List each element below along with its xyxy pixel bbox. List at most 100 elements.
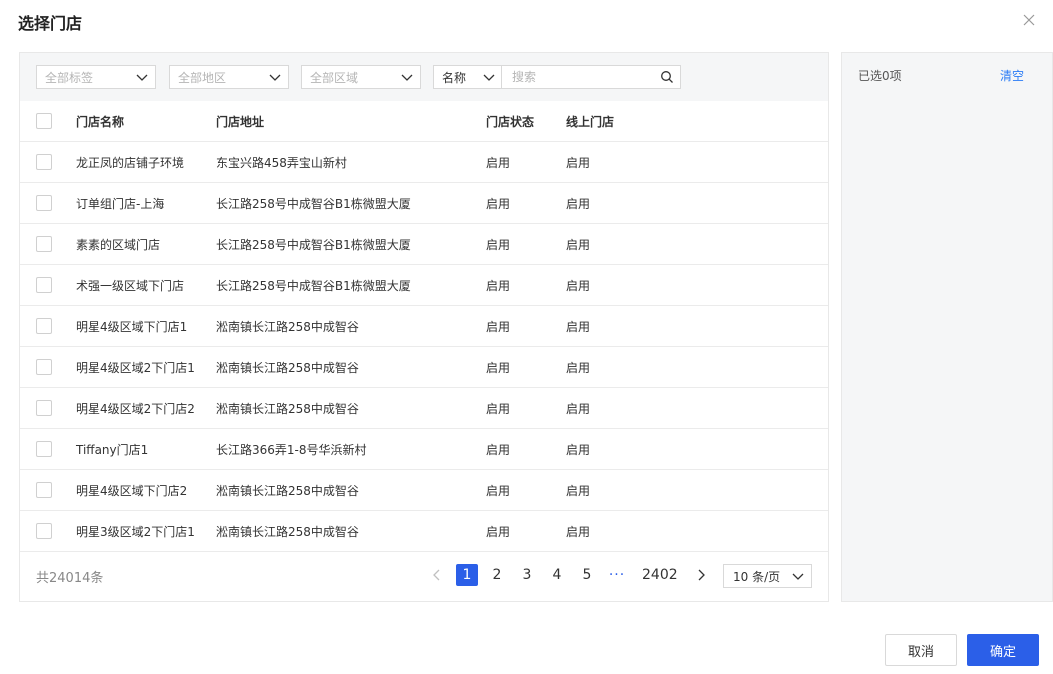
cell-store-name: 明星3级区域2下门店1 — [76, 524, 195, 539]
cell-store-address: 长江路366弄1-8号华浜新村 — [216, 442, 367, 457]
chevron-down-icon — [483, 74, 495, 81]
cell-store-address: 东宝兴路458弄宝山新村 — [216, 155, 347, 170]
cell-online-store: 启用 — [566, 278, 591, 293]
table-row[interactable]: 素素的区域门店 长江路258号中成智谷B1栋微盟大厦 启用 启用 — [20, 224, 828, 265]
search-box — [501, 65, 681, 89]
cell-online-store: 启用 — [566, 442, 591, 457]
area-filter-select[interactable]: 全部区域 — [301, 65, 421, 89]
tag-filter-select[interactable]: 全部标签 — [36, 65, 156, 89]
cell-store-status: 启用 — [486, 319, 511, 334]
chevron-right-icon — [698, 569, 705, 581]
store-table: 门店名称 门店地址 门店状态 线上门店 龙正凤的店铺子环境 东宝兴路458弄宝山新… — [20, 101, 828, 552]
filter-bar: 全部标签 全部地区 全部区域 名称 — [20, 53, 828, 101]
row-checkbox[interactable] — [36, 441, 52, 457]
search-input[interactable] — [512, 70, 660, 84]
row-checkbox[interactable] — [36, 154, 52, 170]
page-button-5[interactable]: 5 — [576, 564, 598, 586]
table-row[interactable]: 明星4级区域下门店1 淞南镇长江路258中成智谷 启用 启用 — [20, 306, 828, 347]
table-row[interactable]: 明星4级区域下门店2 淞南镇长江路258中成智谷 启用 启用 — [20, 470, 828, 511]
page-button-last[interactable]: 2402 — [642, 564, 678, 586]
cell-store-status: 启用 — [486, 401, 511, 416]
confirm-button[interactable]: 确定 — [967, 634, 1039, 666]
column-header-status: 门店状态 — [486, 114, 535, 129]
pagination: 1 2 3 4 5 ··· 2402 — [426, 564, 720, 586]
cell-store-status: 启用 — [486, 237, 511, 252]
table-row[interactable]: 龙正凤的店铺子环境 东宝兴路458弄宝山新村 启用 启用 — [20, 142, 828, 183]
area-filter-label: 全部区域 — [310, 70, 359, 85]
page-size-label: 10 条/页 — [733, 569, 781, 584]
search-field-select[interactable]: 名称 — [433, 65, 503, 89]
cell-store-name: Tiffany门店1 — [76, 442, 149, 457]
column-header-name: 门店名称 — [76, 114, 125, 129]
region-filter-label: 全部地区 — [178, 70, 227, 85]
cell-online-store: 启用 — [566, 360, 591, 375]
page-button-1[interactable]: 1 — [456, 564, 478, 586]
total-count: 共24014条 — [36, 570, 104, 586]
cell-store-name: 订单组门店-上海 — [76, 196, 165, 211]
table-row[interactable]: 明星4级区域2下门店2 淞南镇长江路258中成智谷 启用 启用 — [20, 388, 828, 429]
chevron-down-icon — [136, 74, 148, 81]
row-checkbox[interactable] — [36, 359, 52, 375]
cell-store-status: 启用 — [486, 524, 511, 539]
cell-store-address: 长江路258号中成智谷B1栋微盟大厦 — [216, 237, 411, 252]
cell-store-name: 明星4级区域下门店2 — [76, 483, 188, 498]
cell-store-status: 启用 — [486, 278, 511, 293]
cell-store-address: 长江路258号中成智谷B1栋微盟大厦 — [216, 196, 411, 211]
cell-store-address: 淞南镇长江路258中成智谷 — [216, 401, 359, 416]
region-filter-select[interactable]: 全部地区 — [169, 65, 289, 89]
cell-store-status: 启用 — [486, 483, 511, 498]
page-size-select[interactable]: 10 条/页 — [723, 564, 812, 588]
row-checkbox[interactable] — [36, 318, 52, 334]
cell-store-address: 长江路258号中成智谷B1栋微盟大厦 — [216, 278, 411, 293]
tag-filter-label: 全部标签 — [45, 70, 94, 85]
column-header-address: 门店地址 — [216, 114, 265, 129]
page-ellipsis[interactable]: ··· — [606, 564, 628, 586]
row-checkbox[interactable] — [36, 482, 52, 498]
table-row[interactable]: 术强一级区域下门店 长江路258号中成智谷B1栋微盟大厦 启用 启用 — [20, 265, 828, 306]
selected-panel: 已选0项 清空 — [841, 52, 1053, 602]
cell-store-status: 启用 — [486, 196, 511, 211]
cell-store-name: 素素的区域门店 — [76, 237, 161, 252]
select-all-checkbox[interactable] — [36, 113, 52, 129]
cell-store-name: 明星4级区域2下门店2 — [76, 401, 195, 416]
page-button-4[interactable]: 4 — [546, 564, 568, 586]
clear-selection-link[interactable]: 清空 — [1000, 67, 1024, 84]
table-row[interactable]: 订单组门店-上海 长江路258号中成智谷B1栋微盟大厦 启用 启用 — [20, 183, 828, 224]
cell-online-store: 启用 — [566, 196, 591, 211]
cell-store-name: 明星4级区域下门店1 — [76, 319, 188, 334]
store-list-panel: 全部标签 全部地区 全部区域 名称 门店名称 门店地址 门店状态 线上门店 龙正… — [19, 52, 829, 602]
row-checkbox[interactable] — [36, 236, 52, 252]
page-button-3[interactable]: 3 — [516, 564, 538, 586]
chevron-down-icon — [401, 74, 413, 81]
table-row[interactable]: Tiffany门店1 长江路366弄1-8号华浜新村 启用 启用 — [20, 429, 828, 470]
table-row[interactable]: 明星4级区域2下门店1 淞南镇长江路258中成智谷 启用 启用 — [20, 347, 828, 388]
chevron-left-icon — [433, 569, 440, 581]
cancel-button[interactable]: 取消 — [885, 634, 957, 666]
row-checkbox[interactable] — [36, 277, 52, 293]
prev-page-button[interactable] — [426, 564, 448, 586]
row-checkbox[interactable] — [36, 400, 52, 416]
table-header: 门店名称 门店地址 门店状态 线上门店 — [20, 101, 828, 142]
next-page-button[interactable] — [690, 564, 712, 586]
search-field-label: 名称 — [442, 70, 467, 85]
cell-online-store: 启用 — [566, 524, 591, 539]
cell-online-store: 启用 — [566, 319, 591, 334]
dialog-title: 选择门店 — [18, 14, 83, 33]
column-header-online: 线上门店 — [566, 114, 615, 129]
table-row[interactable]: 明星3级区域2下门店1 淞南镇长江路258中成智谷 启用 启用 — [20, 511, 828, 552]
chevron-down-icon — [269, 74, 281, 81]
close-icon[interactable] — [1021, 12, 1037, 28]
cell-store-address: 淞南镇长江路258中成智谷 — [216, 360, 359, 375]
search-icon[interactable] — [660, 70, 674, 84]
cell-store-address: 淞南镇长江路258中成智谷 — [216, 524, 359, 539]
cell-store-status: 启用 — [486, 442, 511, 457]
row-checkbox[interactable] — [36, 195, 52, 211]
page-button-2[interactable]: 2 — [486, 564, 508, 586]
table-footer: 共24014条 1 2 3 4 5 ··· 2402 10 条/页 — [20, 551, 828, 601]
selected-count: 已选0项 — [858, 69, 902, 83]
row-checkbox[interactable] — [36, 523, 52, 539]
cell-store-status: 启用 — [486, 155, 511, 170]
cell-store-status: 启用 — [486, 360, 511, 375]
cell-online-store: 启用 — [566, 401, 591, 416]
cell-store-name: 龙正凤的店铺子环境 — [76, 155, 185, 170]
